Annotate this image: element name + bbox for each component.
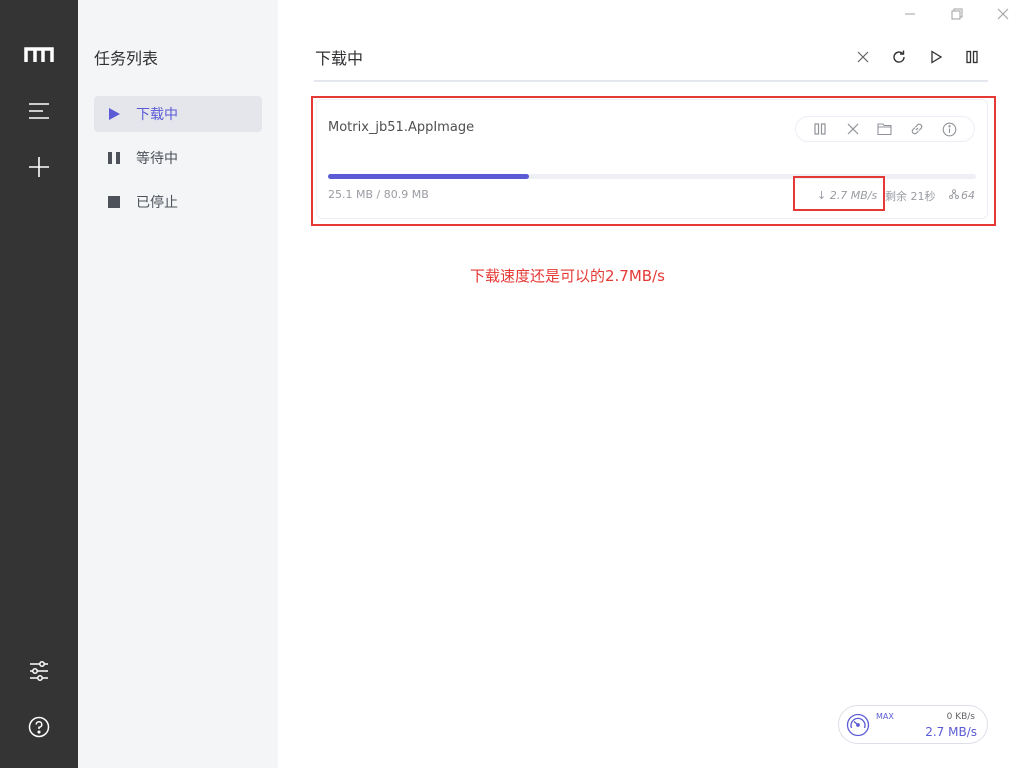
annotation-speed-highlight [793,176,885,211]
page-title: 下载中 [315,49,364,68]
header-divider [314,80,988,82]
task-list-menu-icon[interactable] [19,91,59,131]
stop-icon [106,194,122,210]
maximize-icon[interactable] [947,4,967,24]
nav-item-stopped[interactable]: 已停止 [94,184,262,220]
speed-limit-label: MAX [876,712,894,721]
speedometer-icon [846,713,870,737]
resume-all-icon[interactable] [925,46,947,68]
pause-icon [106,150,122,166]
upload-speed: 0 KB/s [946,712,975,722]
annotation-text: 下载速度还是可以的2.7MB/s [470,267,665,285]
task-list-panel: 任务列表 下载中 等待中 已停止 [78,0,278,768]
refresh-icon[interactable] [888,46,910,68]
play-icon [106,106,122,122]
speedometer-widget[interactable]: MAX 0 KB/s 2.7 MB/s [838,705,988,744]
nav-item-label: 已停止 [136,195,178,211]
app-sidebar [0,0,78,768]
nav-item-label: 等待中 [136,151,178,167]
motrix-logo-icon[interactable] [19,35,59,75]
delete-all-icon[interactable] [852,46,874,68]
nav-item-downloading[interactable]: 下载中 [94,96,262,132]
close-window-icon[interactable] [993,4,1013,24]
help-icon[interactable] [19,707,59,747]
panel-title: 任务列表 [94,49,159,68]
minimize-icon[interactable] [900,4,920,24]
download-speed: 2.7 MB/s [925,725,977,739]
annotation-task-highlight [311,96,996,226]
pause-all-icon[interactable] [961,46,983,68]
preferences-icon[interactable] [19,651,59,691]
nav-item-waiting[interactable]: 等待中 [94,140,262,176]
nav-item-label: 下载中 [136,107,178,123]
add-task-icon[interactable] [19,147,59,187]
